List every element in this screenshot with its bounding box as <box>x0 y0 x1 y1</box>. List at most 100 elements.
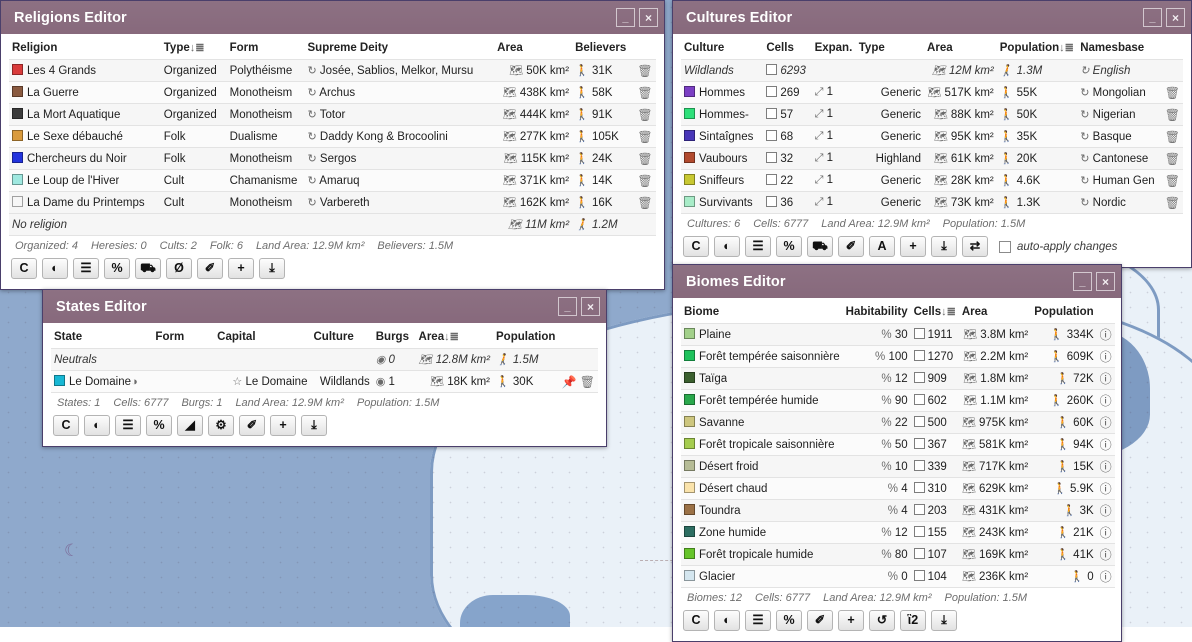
color-swatch[interactable] <box>684 416 695 427</box>
biome-info-button[interactable]: ⓘ <box>1097 346 1115 368</box>
sort-icon[interactable]: ↓≣ <box>444 330 459 343</box>
color-swatch[interactable] <box>684 108 695 119</box>
culture-expansion[interactable]: ⤢ 1 <box>812 104 856 126</box>
table-row[interactable]: Taïga% 12909🗺 1.8M km²🚶 72Kⓘ <box>681 368 1115 390</box>
remove-culture-button[interactable]: 🗑 <box>1162 104 1183 126</box>
toggle-style-button[interactable]: ◐ <box>42 258 68 279</box>
column-population[interactable]: Population <box>1031 302 1096 324</box>
legend-button[interactable]: ☰ <box>115 415 141 436</box>
column-capital[interactable]: Capital <box>214 327 310 349</box>
close-button[interactable]: × <box>1166 8 1185 27</box>
table-row[interactable]: Hommes-57⤢ 1Generic🗺 88K km²🚶 50K↻ Niger… <box>681 104 1183 126</box>
state-name-cell[interactable]: Le Domaine ◑ <box>51 371 152 393</box>
color-swatch[interactable] <box>684 438 695 449</box>
biome-habitability[interactable]: % 12 <box>843 522 911 544</box>
cultures-titlebar[interactable]: Cultures Editor _ × <box>673 1 1191 34</box>
column-cells[interactable]: Cells <box>763 38 811 60</box>
info-icon[interactable]: ⓘ <box>1100 328 1112 342</box>
auto-apply-changes-toggle[interactable]: auto-apply changes <box>999 241 1117 253</box>
religion-deity-cell[interactable]: ↻ Josée, Sablios, Melkor, Mursu <box>305 60 495 82</box>
close-button[interactable]: × <box>581 297 600 316</box>
religions-editor-window[interactable]: Religions Editor _ × Religion Type ↓≣ Fo… <box>0 0 665 290</box>
export-button[interactable]: ⤓ <box>259 258 285 279</box>
remove-religion-button[interactable]: 🗑 <box>634 126 656 148</box>
table-row[interactable]: Désert chaud% 4310🗺 629K km²🚶 5.9Kⓘ <box>681 478 1115 500</box>
state-capital[interactable]: ☆ Le Domaine <box>214 371 310 393</box>
culture-namesbase[interactable]: ↻ Mongolian <box>1077 82 1161 104</box>
table-row[interactable]: La GuerreOrganizedMonotheism↻ Archus🗺 43… <box>9 82 656 104</box>
color-swatch[interactable] <box>684 460 695 471</box>
cells-checkbox[interactable] <box>914 460 925 471</box>
info-icon[interactable]: ⓘ <box>1100 548 1112 562</box>
table-row[interactable]: Désert froid% 10339🗺 717K km²🚶 15Kⓘ <box>681 456 1115 478</box>
biome-habitability[interactable]: % 4 <box>843 478 911 500</box>
culture-name-cell[interactable]: Hommes <box>681 82 763 104</box>
column-population[interactable]: Population ↓≣ <box>997 38 1077 60</box>
recalculate-button[interactable]: ⇄ <box>962 236 988 257</box>
column-form[interactable]: Form <box>227 38 305 60</box>
column-area[interactable]: Area ↓≣ <box>416 327 493 349</box>
column-area[interactable]: Area <box>959 302 1031 324</box>
religion-deity-cell[interactable]: ↻ Amaruq <box>305 170 495 192</box>
biome-info-button[interactable]: ⓘ <box>1097 522 1115 544</box>
minimize-button[interactable]: _ <box>1143 8 1162 27</box>
legend-button[interactable]: ☰ <box>745 610 771 631</box>
biome-info-button[interactable]: ⓘ <box>1097 500 1115 522</box>
biome-habitability[interactable]: % 4 <box>843 500 911 522</box>
trash-icon[interactable]: 🗑 <box>637 174 652 188</box>
biome-name-cell[interactable]: Forêt tempérée humide <box>681 390 843 412</box>
close-button[interactable]: × <box>639 8 658 27</box>
regenerate-button[interactable]: C <box>53 415 79 436</box>
biome-name-cell[interactable]: Taïga <box>681 368 843 390</box>
culture-expansion[interactable]: ⤢ 1 <box>812 148 856 170</box>
regenerate-button[interactable]: C <box>683 236 709 257</box>
rename-button[interactable]: A <box>869 236 895 257</box>
color-swatch[interactable] <box>12 108 23 119</box>
cells-checkbox[interactable] <box>766 174 777 185</box>
column-habitability[interactable]: Habitability <box>843 302 911 324</box>
column-believers[interactable]: Believers <box>572 38 634 60</box>
remove-religion-button[interactable]: 🗑 <box>634 148 656 170</box>
color-swatch[interactable] <box>684 548 695 559</box>
trash-icon[interactable]: 🗑 <box>1165 196 1180 210</box>
wildlands-namesbase[interactable]: ↻ English <box>1077 60 1161 82</box>
biome-name-cell[interactable]: Forêt tropicale saisonnière <box>681 434 843 456</box>
column-form[interactable]: Form <box>152 327 214 349</box>
close-button[interactable]: × <box>1096 272 1115 291</box>
culture-name-cell[interactable]: Hommes- <box>681 104 763 126</box>
table-row[interactable]: Toundra% 4203🗺 431K km²🚶 3Kⓘ <box>681 500 1115 522</box>
hierarchy-button[interactable]: ⛟ <box>135 258 161 279</box>
color-swatch[interactable] <box>684 86 695 97</box>
column-type[interactable]: Type ↓≣ <box>161 38 227 60</box>
biome-habitability[interactable]: % 50 <box>843 434 911 456</box>
cells-checkbox[interactable] <box>914 548 925 559</box>
remove-religion-button[interactable]: 🗑 <box>634 170 656 192</box>
color-swatch[interactable] <box>12 174 23 185</box>
table-row[interactable]: Vaubours32⤢ 1Highland🗺 61K km²🚶 20K↻ Can… <box>681 148 1183 170</box>
column-type[interactable]: Type <box>856 38 924 60</box>
toggle-style-button[interactable]: ◐ <box>714 236 740 257</box>
tree-button[interactable]: ἳ2 <box>900 610 926 631</box>
biome-habitability[interactable]: % 10 <box>843 456 911 478</box>
column-culture[interactable]: Culture <box>310 327 372 349</box>
cells-checkbox[interactable] <box>914 416 925 427</box>
religion-name-cell[interactable]: La Dame du Printemps <box>9 192 161 214</box>
culture-expansion[interactable]: ⤢ 1 <box>812 82 856 104</box>
biome-habitability[interactable]: % 0 <box>843 566 911 588</box>
religion-name-cell[interactable]: Le Sexe débauché <box>9 126 161 148</box>
religion-name-cell[interactable]: Les 4 Grands <box>9 60 161 82</box>
remove-religion-button[interactable]: 🗑 <box>634 104 656 126</box>
column-namesbase[interactable]: Namesbase <box>1077 38 1161 60</box>
trash-icon[interactable]: 🗑 <box>637 130 652 144</box>
culture-name-cell[interactable]: Sintaîgnes <box>681 126 763 148</box>
minimize-button[interactable]: _ <box>558 297 577 316</box>
biome-name-cell[interactable]: Désert chaud <box>681 478 843 500</box>
color-swatch[interactable] <box>12 130 23 141</box>
cells-checkbox[interactable] <box>766 86 777 97</box>
column-expan[interactable]: Expan. <box>812 38 856 60</box>
info-icon[interactable]: ⓘ <box>1100 394 1112 408</box>
culture-namesbase[interactable]: ↻ Human Gen <box>1077 170 1161 192</box>
regenerate-button[interactable]: C <box>11 258 37 279</box>
religion-deity-cell[interactable]: ↻ Archus <box>305 82 495 104</box>
culture-namesbase[interactable]: ↻ Cantonese <box>1077 148 1161 170</box>
